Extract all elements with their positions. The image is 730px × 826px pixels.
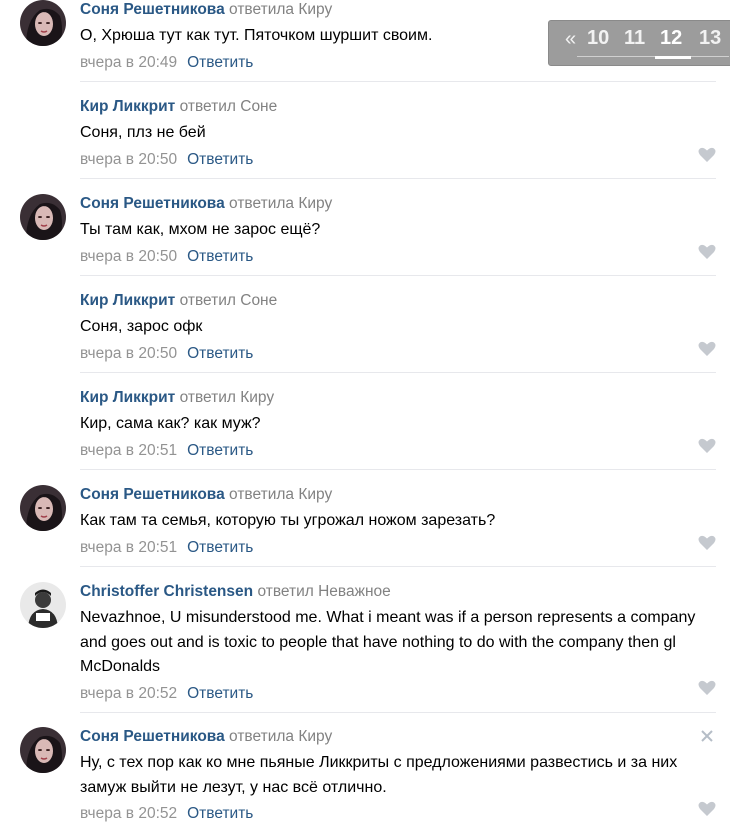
reply-to-text[interactable]: ответил Соне (180, 98, 278, 115)
comment-text: Ну, с тех пор как ко мне пьяные Ликкриты… (80, 754, 678, 796)
heart-icon[interactable] (698, 801, 716, 817)
pager-page-11[interactable]: 11 (624, 27, 645, 50)
comment-author[interactable]: Соня Решетникова (80, 728, 225, 745)
avatar[interactable] (20, 485, 66, 531)
reply-to-text[interactable]: ответила Киру (229, 728, 332, 745)
heart-icon[interactable] (698, 438, 716, 454)
comment-date[interactable]: вчера в 20:52 (80, 685, 177, 702)
divider (80, 469, 716, 470)
reply-button[interactable]: Ответить (187, 685, 253, 702)
reply-button[interactable]: Ответить (187, 248, 253, 265)
avatar[interactable] (20, 582, 66, 628)
comment-date[interactable]: вчера в 20:51 (80, 442, 177, 459)
reply-to-text[interactable]: ответила Киру (229, 1, 332, 18)
pager-track (577, 56, 729, 57)
heart-icon[interactable] (698, 147, 716, 163)
comment-date[interactable]: вчера в 20:51 (80, 539, 177, 556)
divider (80, 712, 716, 713)
divider (80, 372, 716, 373)
avatar[interactable] (20, 727, 66, 773)
reply-to-text[interactable]: ответил Киру (180, 389, 275, 406)
pager-page-10[interactable]: 10 (587, 27, 609, 50)
reply-to-text[interactable]: ответил Соне (180, 292, 278, 309)
reply-button[interactable]: Ответить (187, 151, 253, 168)
comment-date[interactable]: вчера в 20:50 (80, 248, 177, 265)
reply-to-text[interactable]: ответил Неважное (257, 583, 390, 600)
comment-author[interactable]: Кир Ликкрит (80, 389, 175, 406)
comment-date[interactable]: вчера в 20:50 (80, 151, 177, 168)
pager-prev-button[interactable]: « (565, 28, 576, 51)
comment-date[interactable]: вчера в 20:50 (80, 345, 177, 362)
reply-button[interactable]: Ответить (187, 54, 253, 71)
avatar[interactable] (20, 0, 66, 46)
pagination: « 10 11 12 13 (548, 20, 730, 66)
reply-to-text[interactable]: ответила Киру (229, 195, 332, 212)
divider (80, 81, 716, 82)
comment-author[interactable]: Кир Ликкрит (80, 292, 175, 309)
avatar[interactable] (20, 194, 66, 240)
pager-current-indicator (655, 56, 691, 59)
reply-button[interactable]: Ответить (187, 442, 253, 459)
divider (80, 566, 716, 567)
heart-icon[interactable] (698, 341, 716, 357)
comment-date[interactable]: вчера в 20:52 (80, 805, 177, 822)
divider (80, 178, 716, 179)
reply-button[interactable]: Ответить (187, 805, 253, 822)
heart-icon[interactable] (698, 535, 716, 551)
heart-icon[interactable] (698, 244, 716, 260)
comment-author[interactable]: Кир Ликкрит (80, 98, 175, 115)
comment-text: Соня, плз не бей (80, 124, 206, 141)
comment-date[interactable]: вчера в 20:49 (80, 54, 177, 71)
close-icon[interactable] (700, 729, 714, 743)
comment-author[interactable]: Christoffer Christensen (80, 583, 253, 600)
comment-text: Как там та семья, которую ты угрожал нож… (80, 512, 496, 529)
comment-author[interactable]: Соня Решетникова (80, 195, 225, 212)
comment-text: Ты там как, мхом не зарос ещё? (80, 221, 321, 238)
divider (80, 275, 716, 276)
comment-text: Кир, сама как? как муж? (80, 415, 261, 432)
pager-page-13[interactable]: 13 (699, 27, 721, 50)
pager-page-12-current[interactable]: 12 (660, 27, 682, 50)
comment-author[interactable]: Соня Решетникова (80, 1, 225, 18)
heart-icon[interactable] (698, 680, 716, 696)
reply-button[interactable]: Ответить (187, 345, 253, 362)
comment-text: Nevazhnoe, U misunderstood me. What i me… (80, 609, 696, 675)
comment-text: Соня, зарос офк (80, 318, 203, 335)
reply-button[interactable]: Ответить (187, 539, 253, 556)
comment-author[interactable]: Соня Решетникова (80, 486, 225, 503)
reply-to-text[interactable]: ответила Киру (229, 486, 332, 503)
